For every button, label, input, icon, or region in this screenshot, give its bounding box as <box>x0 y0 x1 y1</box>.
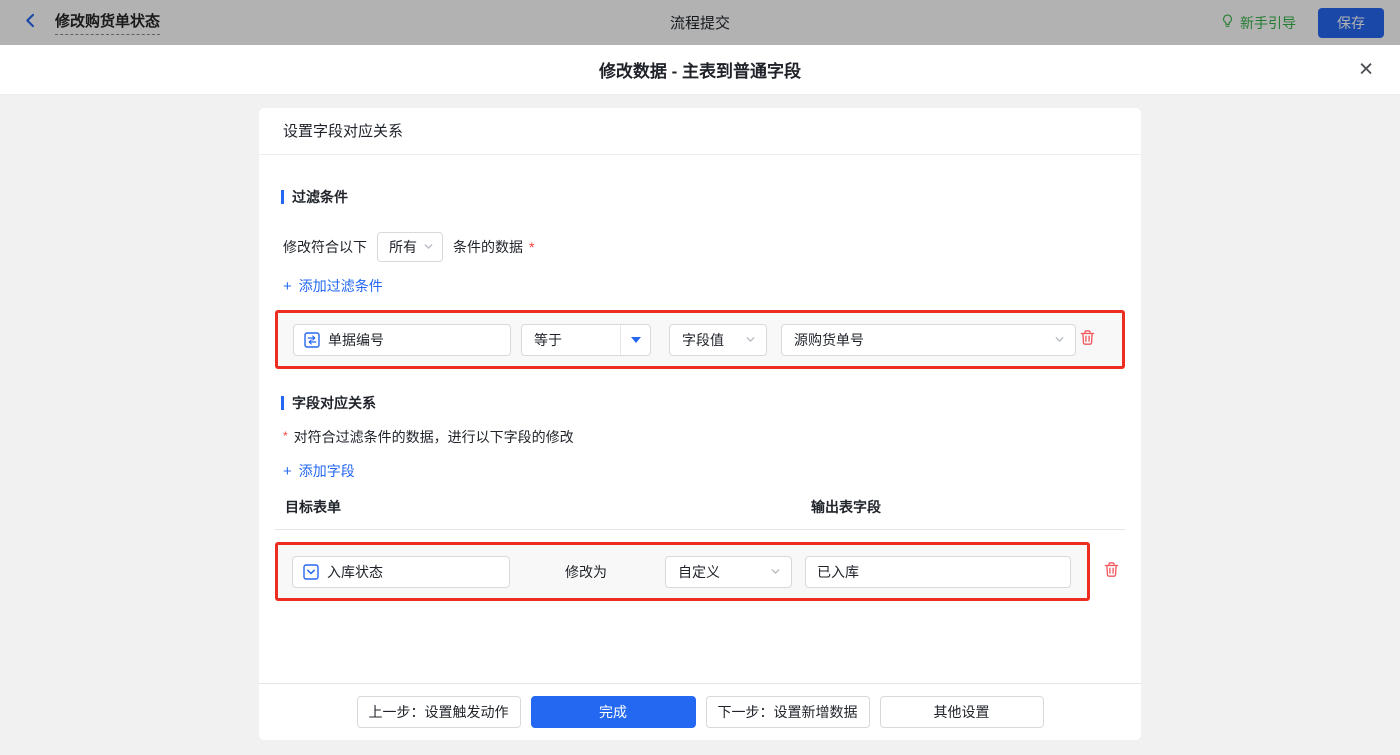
prev-step-button[interactable]: 上一步：设置触发动作 <box>357 696 521 728</box>
custom-value-input[interactable]: 已入库 <box>805 556 1071 588</box>
chevron-down-icon <box>1054 332 1065 348</box>
compare-value-select[interactable]: 源购货单号 <box>781 324 1076 356</box>
compare-value: 源购货单号 <box>794 330 864 350</box>
trash-icon <box>1080 329 1095 351</box>
add-field-link[interactable]: + 添加字段 <box>283 461 355 481</box>
filter-match-row: 修改符合以下 所有 条件的数据 * <box>283 232 1125 262</box>
value-mode-select[interactable]: 自定义 <box>665 556 792 588</box>
serial-field-icon <box>304 332 320 348</box>
trash-icon <box>1104 561 1119 583</box>
add-filter-condition-link[interactable]: + 添加过滤条件 <box>283 276 383 296</box>
page-title: 流程提交 <box>0 12 1400 33</box>
output-field-header: 输出表字段 <box>811 497 881 517</box>
close-icon[interactable]: ✕ <box>1358 60 1374 79</box>
field-mapping-card: 设置字段对应关系 过滤条件 修改符合以下 所有 条件的数据 * + <box>259 108 1141 740</box>
modify-to-label: 修改为 <box>565 562 607 582</box>
mapping-column-headers: 目标表单 输出表字段 <box>275 497 1125 530</box>
section-accent-bar <box>281 190 284 204</box>
caret-down-icon <box>631 337 641 343</box>
mapping-description: * 对符合过滤条件的数据，进行以下字段的修改 <box>283 427 1125 447</box>
next-step-button[interactable]: 下一步：设置新增数据 <box>706 696 870 728</box>
delete-mapping-row-button[interactable] <box>1104 561 1119 583</box>
match-mode-select[interactable]: 所有 <box>377 232 443 262</box>
filter-field-input[interactable]: 单据编号 <box>293 324 511 356</box>
value-type-value: 字段值 <box>682 330 724 350</box>
delete-filter-row-button[interactable] <box>1080 329 1095 351</box>
modal-title: 修改数据 - 主表到普通字段 <box>599 57 801 82</box>
save-button[interactable]: 保存 <box>1318 8 1384 38</box>
operator-caret-button[interactable] <box>620 325 650 355</box>
chevron-down-icon <box>745 332 756 348</box>
mapping-section-title: 字段对应关系 <box>281 393 1125 413</box>
section-accent-bar <box>281 396 284 410</box>
dropdown-field-icon <box>303 564 319 580</box>
plus-icon: + <box>283 278 292 295</box>
filter-section-title: 过滤条件 <box>281 187 1125 207</box>
value-type-select[interactable]: 字段值 <box>669 324 767 356</box>
required-asterisk: * <box>529 239 534 255</box>
done-button[interactable]: 完成 <box>531 696 696 728</box>
target-field-input[interactable]: 入库状态 <box>292 556 510 588</box>
match-suffix-label: 条件的数据 <box>453 237 523 257</box>
required-asterisk: * <box>283 429 288 443</box>
card-footer: 上一步：设置触发动作 完成 下一步：设置新增数据 其他设置 <box>259 683 1141 740</box>
target-field-value: 入库状态 <box>327 562 383 582</box>
modal-header: 修改数据 - 主表到普通字段 ✕ <box>0 45 1400 95</box>
filter-condition-row: 单据编号 等于 字段值 源购货单号 <box>275 310 1125 369</box>
operator-select[interactable]: 等于 <box>521 324 651 356</box>
custom-value: 已入库 <box>817 562 859 582</box>
mapping-row: 入库状态 修改为 自定义 已入库 <box>275 542 1090 601</box>
mapping-row-wrap: 入库状态 修改为 自定义 已入库 <box>275 542 1125 601</box>
operator-value: 等于 <box>522 330 562 350</box>
match-prefix-label: 修改符合以下 <box>283 237 367 257</box>
modal-body: 设置字段对应关系 过滤条件 修改符合以下 所有 条件的数据 * + <box>0 95 1400 755</box>
value-mode-value: 自定义 <box>678 562 720 582</box>
chevron-down-icon <box>770 564 781 580</box>
top-toolbar: 修改购货单状态 流程提交 新手引导 保存 <box>0 0 1400 45</box>
guide-label: 新手引导 <box>1240 13 1296 33</box>
plus-icon: + <box>283 463 292 480</box>
target-form-header: 目标表单 <box>285 497 811 517</box>
lightbulb-icon <box>1220 13 1235 32</box>
other-settings-button[interactable]: 其他设置 <box>880 696 1044 728</box>
chevron-down-icon <box>423 239 434 255</box>
beginner-guide-link[interactable]: 新手引导 <box>1215 13 1296 33</box>
card-title: 设置字段对应关系 <box>259 108 1141 155</box>
filter-field-value: 单据编号 <box>328 330 384 350</box>
